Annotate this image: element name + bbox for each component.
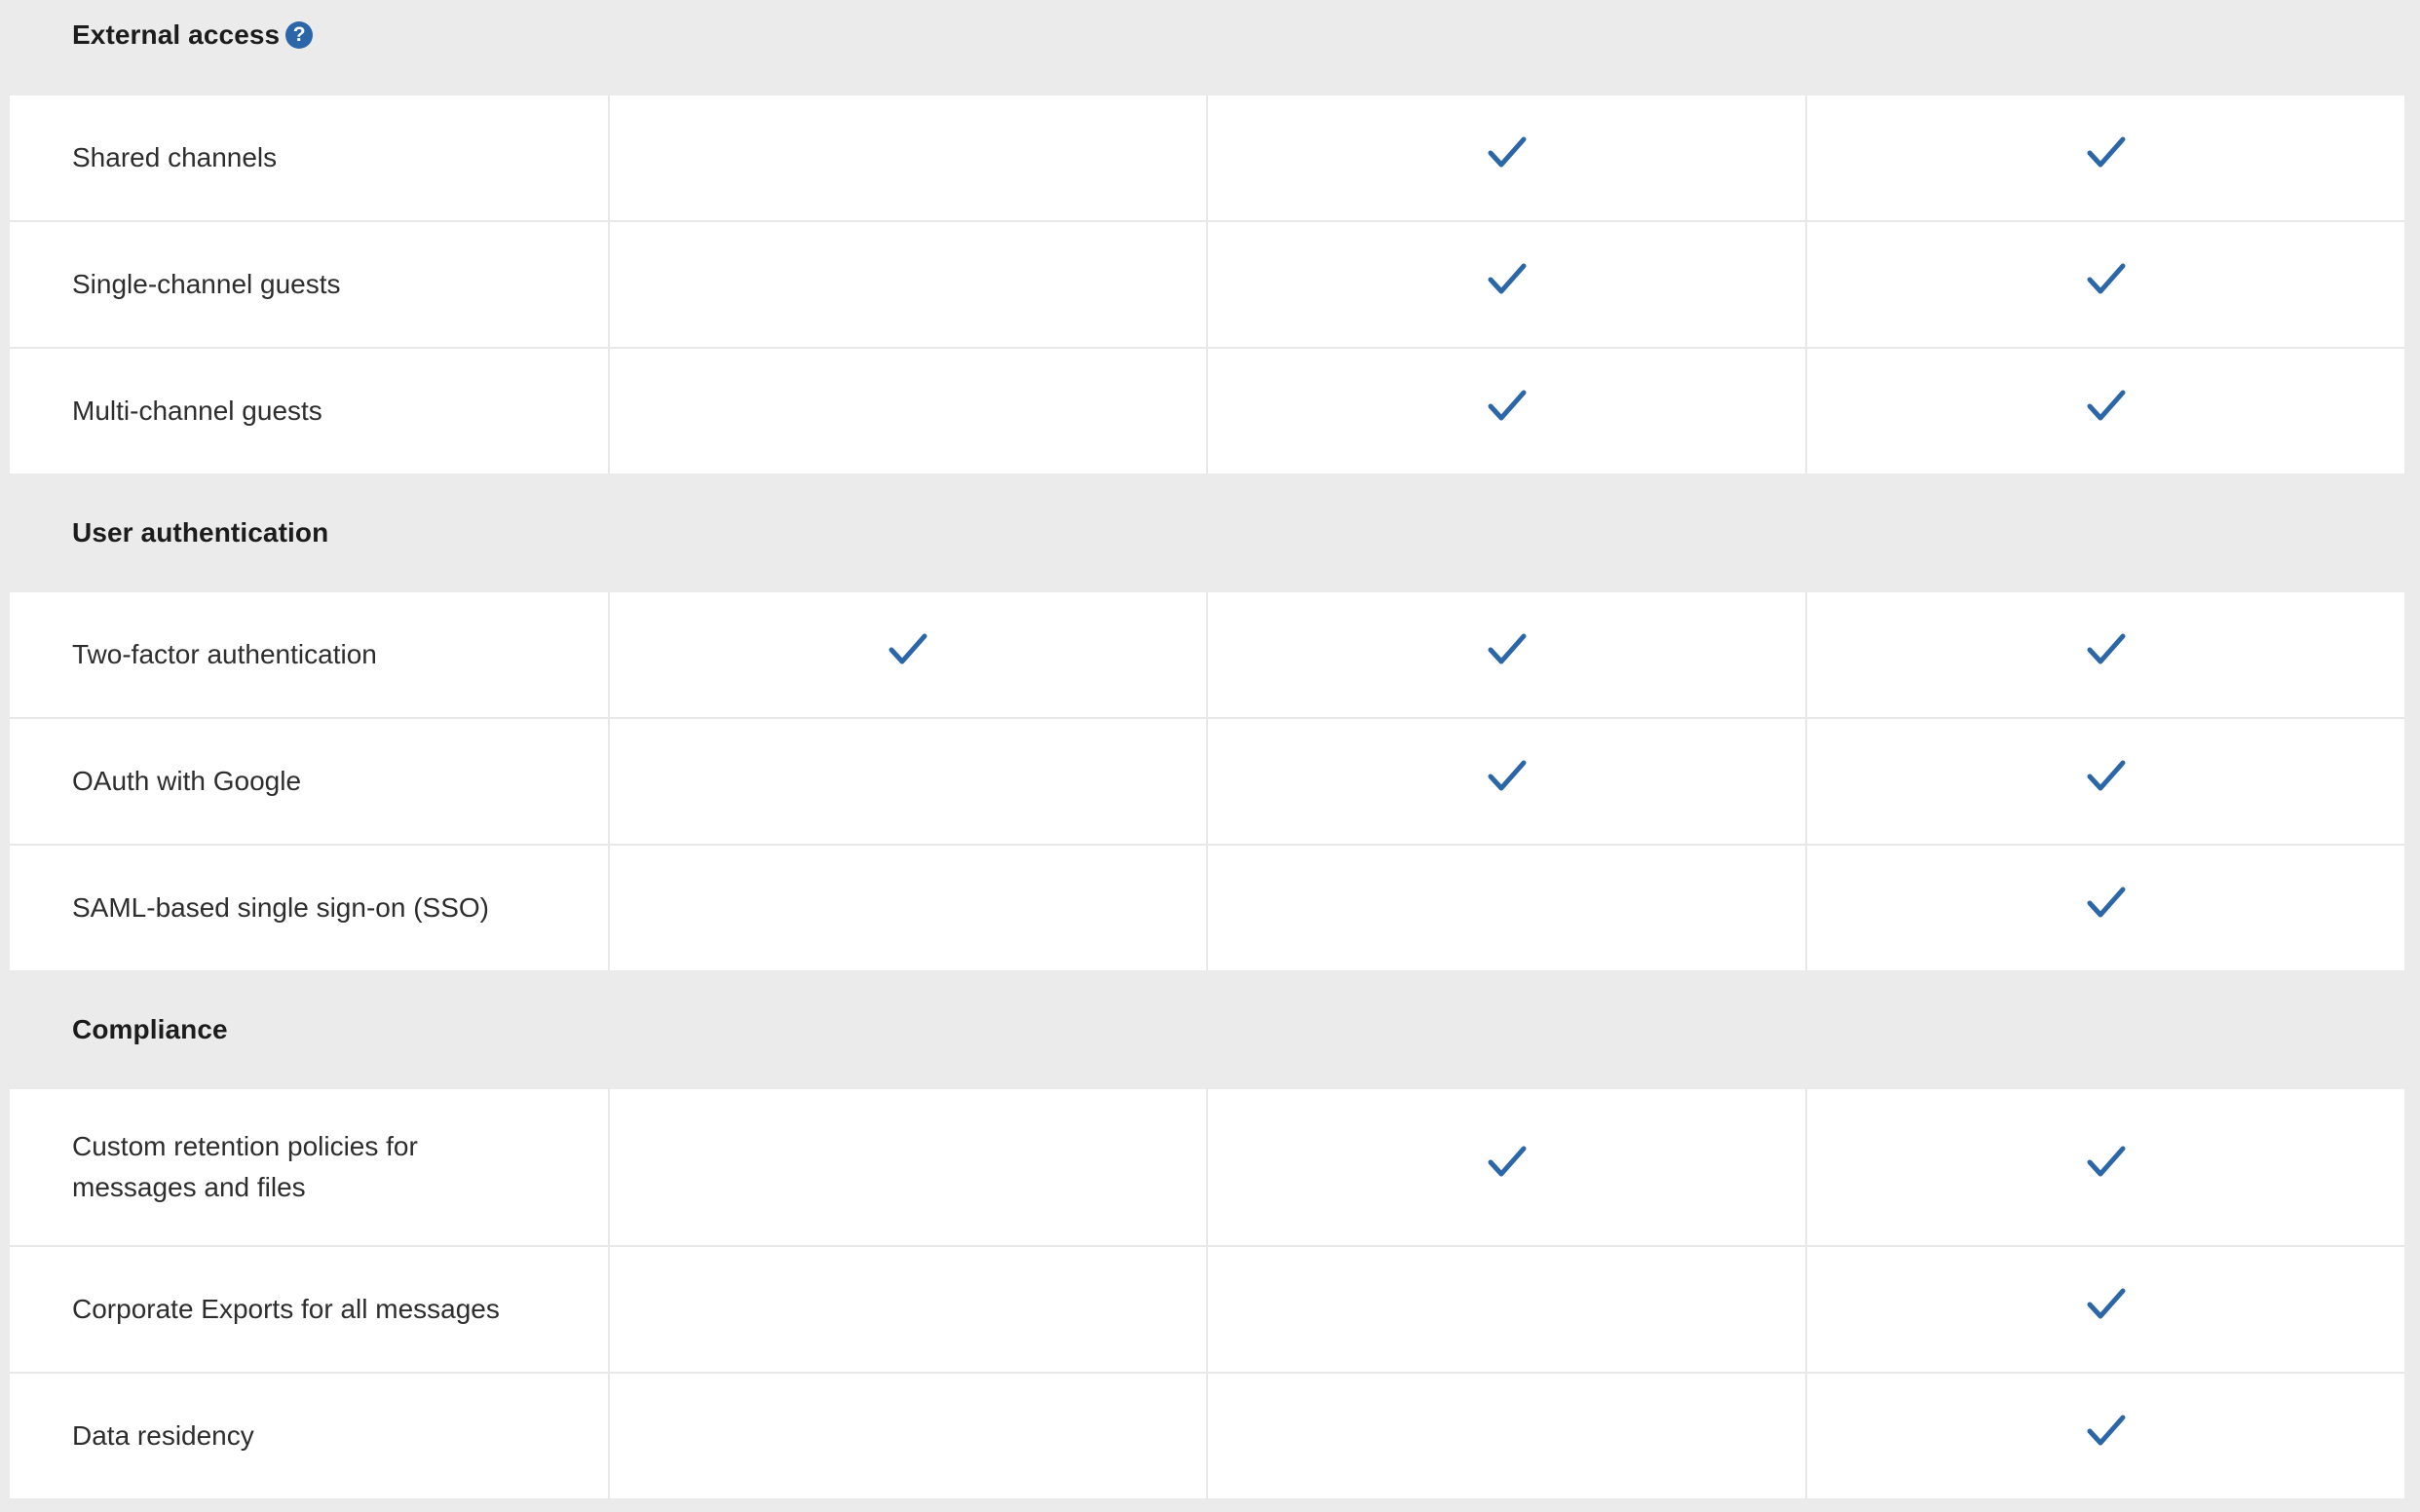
check-icon [1488, 633, 1527, 666]
feature-label-cell: Single-channel guests [10, 222, 608, 347]
feature-label: Shared channels [72, 142, 278, 172]
section-title: Compliance [72, 1014, 228, 1044]
plan-cell [608, 1089, 1206, 1245]
feature-label: Single-channel guests [72, 269, 341, 299]
check-icon [2087, 1288, 2126, 1321]
feature-label: Custom retention policies for messages a… [72, 1131, 418, 1202]
feature-label-cell: Custom retention policies for messages a… [10, 1089, 608, 1245]
check-icon [2087, 1415, 2126, 1448]
plan-cell [1805, 1374, 2404, 1498]
help-circle-icon[interactable]: ? [285, 21, 314, 49]
section-header-compliance: Compliance [0, 970, 2420, 1089]
feature-label: Two-factor authentication [72, 639, 377, 669]
feature-label: Data residency [72, 1420, 254, 1451]
plan-cell [1206, 222, 1805, 347]
table-row: SAML-based single sign-on (SSO) [10, 846, 2404, 970]
check-icon [2087, 760, 2126, 793]
table-row: OAuth with Google [10, 719, 2404, 846]
check-icon [2087, 136, 2126, 170]
feature-comparison-table: External access? Shared channels Single-… [0, 0, 2420, 1512]
plan-cell [608, 1374, 1206, 1498]
plan-cell [1206, 1089, 1805, 1245]
plan-cell [1805, 719, 2404, 844]
feature-label-cell: OAuth with Google [10, 719, 608, 844]
plan-cell [608, 1247, 1206, 1372]
feature-label: SAML-based single sign-on (SSO) [72, 892, 489, 923]
plan-cell [1805, 592, 2404, 717]
plan-cell [1206, 95, 1805, 220]
plan-cell [1805, 846, 2404, 970]
check-icon [889, 633, 927, 666]
feature-label-cell: Data residency [10, 1374, 608, 1498]
plan-cell [1206, 1374, 1805, 1498]
plan-cell [608, 846, 1206, 970]
check-icon [1488, 760, 1527, 793]
feature-label-cell: Two-factor authentication [10, 592, 608, 717]
plan-cell [1206, 719, 1805, 844]
feature-label-cell: Multi-channel guests [10, 349, 608, 473]
plan-cell [1206, 592, 1805, 717]
section-title: External access [72, 19, 281, 50]
table-row: Custom retention policies for messages a… [10, 1089, 2404, 1247]
check-icon [2087, 1146, 2126, 1179]
section-rows-external-access: Shared channels Single-channel guests Mu… [10, 95, 2404, 473]
plan-cell [1805, 95, 2404, 220]
feature-label: Corporate Exports for all messages [72, 1294, 500, 1324]
plan-cell [1206, 1247, 1805, 1372]
plan-cell [1805, 349, 2404, 473]
check-icon [2087, 390, 2126, 423]
table-row: Data residency [10, 1374, 2404, 1498]
check-icon [2087, 633, 2126, 666]
plan-cell [1206, 349, 1805, 473]
plan-cell [608, 222, 1206, 347]
section-rows-compliance: Custom retention policies for messages a… [10, 1089, 2404, 1498]
plan-cell [608, 592, 1206, 717]
table-row: Corporate Exports for all messages [10, 1247, 2404, 1374]
plan-cell [1805, 1089, 2404, 1245]
table-row: Shared channels [10, 95, 2404, 222]
section-header-external-access: External access? [0, 0, 2420, 95]
check-icon [1488, 390, 1527, 423]
plan-cell [1805, 222, 2404, 347]
section-title: User authentication [72, 517, 329, 548]
feature-label-cell: Corporate Exports for all messages [10, 1247, 608, 1372]
feature-label: Multi-channel guests [72, 396, 322, 426]
section-rows-user-authentication: Two-factor authentication OAuth with Goo… [10, 592, 2404, 970]
table-row: Single-channel guests [10, 222, 2404, 349]
check-icon [1488, 263, 1527, 296]
section-header-user-authentication: User authentication [0, 473, 2420, 592]
plan-cell [608, 719, 1206, 844]
table-row: Two-factor authentication [10, 592, 2404, 719]
plan-cell [1805, 1247, 2404, 1372]
plan-cell [608, 95, 1206, 220]
feature-label-cell: SAML-based single sign-on (SSO) [10, 846, 608, 970]
check-icon [1488, 136, 1527, 170]
plan-cell [608, 349, 1206, 473]
plan-cell [1206, 846, 1805, 970]
check-icon [1488, 1146, 1527, 1179]
table-row: Multi-channel guests [10, 349, 2404, 473]
feature-label-cell: Shared channels [10, 95, 608, 220]
feature-label: OAuth with Google [72, 766, 302, 796]
check-icon [2087, 887, 2126, 920]
check-icon [2087, 263, 2126, 296]
